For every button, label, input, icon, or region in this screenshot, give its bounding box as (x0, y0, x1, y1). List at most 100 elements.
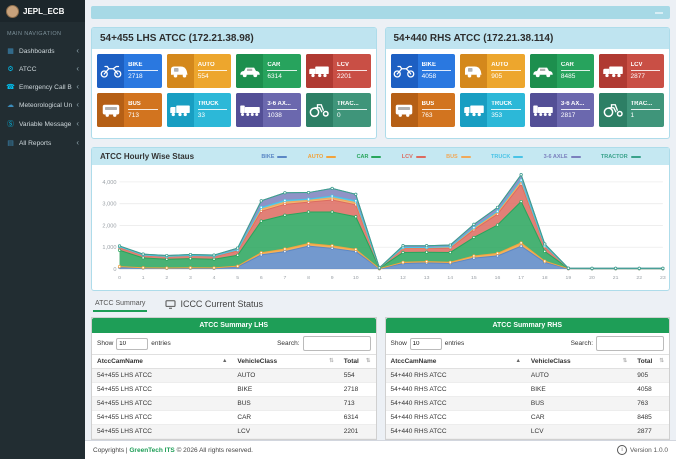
summary-tabs: ATCC Summary ICCC Current Status (91, 296, 670, 312)
tile-body: AUTO554 (194, 54, 231, 88)
sidebar-item-all-reports[interactable]: ▤All Reports‹ (0, 134, 85, 152)
logo-avatar (6, 5, 19, 18)
svg-text:19: 19 (566, 275, 572, 281)
app-root: JEPL_ECB MAIN NAVIGATION ▦Dashboards‹⚙AT… (0, 0, 676, 459)
table-cell: 4058 (632, 383, 669, 397)
sidebar-item-atcc[interactable]: ⚙ATCC‹ (0, 60, 85, 78)
legend-item-bike[interactable]: BIKE (261, 154, 287, 160)
sidebar-item-label: Meteorological Unit (19, 102, 72, 109)
tile-divider (337, 70, 366, 71)
rickshaw-icon (167, 54, 194, 88)
tab-iccc-current-status[interactable]: ICCC Current Status (163, 296, 265, 312)
logo-text: JEPL_ECB (23, 7, 64, 16)
vehicle-tile-car: CAR6314 (236, 54, 301, 88)
tile-body: CAR8485 (557, 54, 594, 88)
vehicle-tile-bike: BIKE4058 (391, 54, 456, 88)
table-row: 54+440 RHS ATCCCAR8485 (386, 411, 670, 425)
vehicle-tile-auto: AUTO554 (167, 54, 232, 88)
chevron-left-icon: ‹ (76, 120, 79, 128)
legend-item-3-6-axle[interactable]: 3-6 AXLE (544, 154, 581, 160)
data-table: AtccCamName▲VehicleClass⇅Total⇅ 54+440 R… (386, 354, 670, 440)
lcv-icon (599, 54, 626, 88)
legend-item-bus[interactable]: BUS (446, 154, 471, 160)
tile-body: LCV2877 (627, 54, 664, 88)
legend-item-lcv[interactable]: LCV (402, 154, 426, 160)
vehicle-tile-trac: TRAC...0 (306, 93, 371, 127)
tile-label: CAR (267, 62, 296, 68)
sort-icon: ⇅ (623, 358, 628, 364)
table-row: 54+455 LHS ATCCAUTO554 (92, 369, 376, 383)
svg-text:8: 8 (307, 275, 310, 281)
sidebar-item-emergency-call-box[interactable]: ☎Emergency Call Box‹ (0, 78, 85, 96)
sidebar-item-meteorological-unit[interactable]: ☁Meteorological Unit‹ (0, 96, 85, 114)
legend-swatch (416, 156, 426, 158)
chevron-left-icon: ‹ (76, 47, 79, 55)
search-wrap: Search: (277, 336, 370, 351)
svg-text:6: 6 (260, 275, 263, 281)
svg-text:3,000: 3,000 (102, 202, 116, 208)
vehicle-tile-truck: TRUCK353 (460, 93, 525, 127)
column-header-total[interactable]: Total⇅ (632, 355, 669, 369)
tile-divider (128, 70, 157, 71)
sidebar-item-variable-message-sign[interactable]: ⓈVariable Message Sign‹ (0, 114, 85, 134)
show-entries-input[interactable] (116, 338, 148, 350)
top-navbar (91, 6, 670, 19)
brand-link[interactable]: GreenTech ITS (129, 447, 174, 454)
version-info: i Version 1.0.0 (617, 445, 668, 455)
svg-text:20: 20 (589, 275, 595, 281)
svg-text:9: 9 (331, 275, 334, 281)
column-header-vehicleclass[interactable]: VehicleClass⇅ (526, 355, 632, 369)
navbar-toggle[interactable] (655, 12, 663, 14)
tile-value: 905 (491, 73, 520, 80)
tab-atcc-summary[interactable]: ATCC Summary (93, 297, 147, 312)
tile-value: 33 (198, 112, 227, 119)
tile-divider (422, 109, 451, 110)
hourly-stacked-area-chart: 01,0002,0003,0004,0000123456789101112131… (92, 165, 669, 287)
tile-label: TRAC... (631, 101, 660, 107)
tile-divider (631, 109, 660, 110)
legend-item-tractor[interactable]: TRACTOR (601, 154, 641, 160)
show-entries-input[interactable] (410, 338, 442, 350)
table-cell: 8485 (632, 411, 669, 425)
table-cell: BUS (526, 397, 632, 411)
sidebar-item-dashboards[interactable]: ▦Dashboards‹ (0, 42, 85, 60)
panel-title: 54+440 RHS ATCC (172.21.38.114) (386, 28, 670, 49)
tile-label: BUS (422, 101, 451, 107)
tile-label: 3-6 AX... (267, 101, 296, 107)
table-row: 54+440 RHS ATCCAUTO905 (386, 369, 670, 383)
tile-body: BIKE2718 (124, 54, 161, 88)
column-header-total[interactable]: Total⇅ (339, 355, 376, 369)
tile-label: BUS (128, 101, 157, 107)
search-input[interactable] (596, 336, 664, 351)
legend-item-truck[interactable]: TRUCK (491, 154, 523, 160)
legend-item-car[interactable]: CAR (357, 154, 382, 160)
column-header-atcccamname[interactable]: AtccCamName▲ (386, 355, 526, 369)
search-input[interactable] (303, 336, 371, 351)
gears-icon: ⚙ (6, 65, 15, 73)
table-controls: Show entries Search: (386, 333, 670, 354)
legend-swatch (371, 156, 381, 158)
svg-text:2: 2 (165, 275, 168, 281)
tile-label: AUTO (198, 62, 227, 68)
column-header-atcccamname[interactable]: AtccCamName▲ (92, 355, 232, 369)
table-row: 54+455 LHS ATCCBUS713 (92, 397, 376, 411)
logo[interactable]: JEPL_ECB (0, 0, 85, 22)
legend-item-auto[interactable]: AUTO (308, 154, 336, 160)
car-icon (530, 54, 557, 88)
sidebar-item-label: All Reports (19, 140, 72, 147)
tile-value: 353 (491, 112, 520, 119)
table-cell: 54+440 RHS ATCC (386, 411, 526, 425)
legend-label: BUS (446, 154, 458, 160)
table-cell: 763 (632, 397, 669, 411)
legend-label: 3-6 AXLE (544, 154, 568, 160)
table-cell: CAR (232, 411, 338, 425)
tile-value: 1 (631, 112, 660, 119)
column-header-vehicleclass[interactable]: VehicleClass⇅ (232, 355, 338, 369)
tile-body: TRAC...0 (333, 93, 370, 127)
table-cell: 2877 (632, 425, 669, 439)
table-cell: BIKE (526, 383, 632, 397)
svg-text:0: 0 (113, 267, 116, 273)
legend-swatch (631, 156, 641, 158)
vehicle-tile-bus: BUS763 (391, 93, 456, 127)
bus-icon (97, 93, 124, 127)
